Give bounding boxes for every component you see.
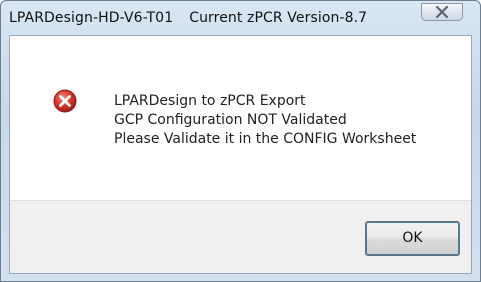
- message-line-1: LPARDesign to zPCR Export: [114, 93, 306, 109]
- message-box-window: LPARDesign-HD-V6-T01 Current zPCR Version…: [0, 0, 481, 282]
- window-title-right: Current zPCR Version-8.7: [189, 10, 368, 26]
- message-text: LPARDesign to zPCR Export GCP Configurat…: [114, 92, 416, 149]
- window-title-left: LPARDesign-HD-V6-T01: [9, 10, 174, 26]
- ok-button[interactable]: OK: [365, 221, 460, 256]
- error-icon: [53, 89, 77, 113]
- message-line-3: Please Validate it in the CONFIG Workshe…: [114, 131, 417, 147]
- title-bar[interactable]: LPARDesign-HD-V6-T01 Current zPCR Version…: [1, 1, 480, 35]
- dialog-content: LPARDesign to zPCR Export GCP Configurat…: [10, 36, 471, 200]
- close-button[interactable]: [421, 3, 463, 21]
- close-icon: [435, 5, 449, 19]
- button-bar: OK: [10, 200, 471, 273]
- dialog-client-area: LPARDesign to zPCR Export GCP Configurat…: [9, 35, 472, 274]
- window-title: LPARDesign-HD-V6-T01 Current zPCR Version…: [9, 10, 367, 26]
- message-line-2: GCP Configuration NOT Validated: [114, 112, 347, 128]
